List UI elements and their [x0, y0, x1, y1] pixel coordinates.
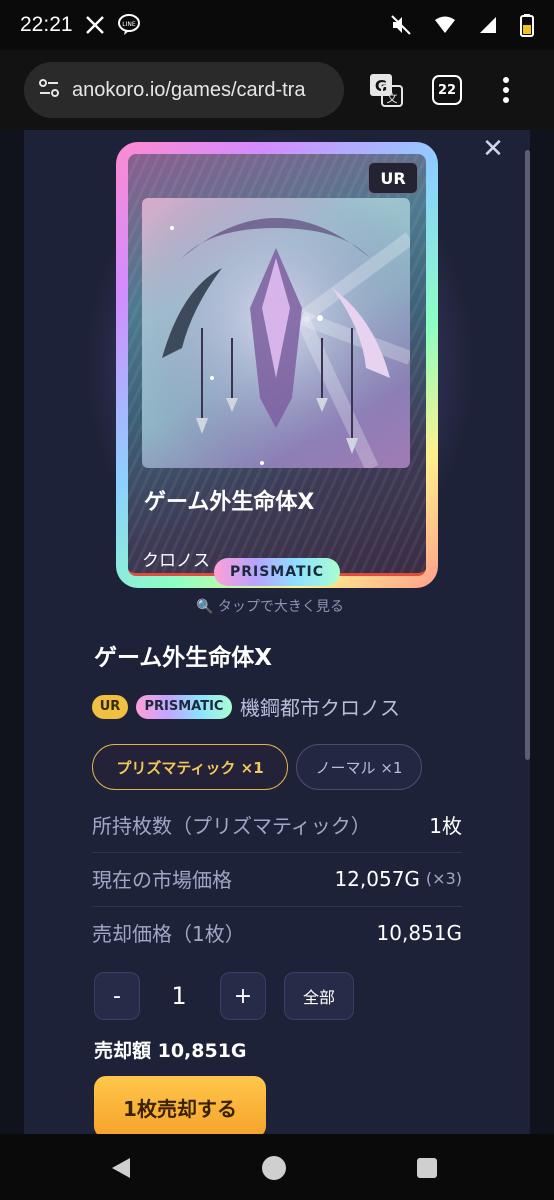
select-all-button[interactable]: 全部	[284, 972, 354, 1020]
market-price-multiplier: (×3)	[425, 869, 462, 888]
home-icon[interactable]	[261, 1155, 287, 1181]
recents-icon[interactable]	[416, 1157, 438, 1179]
finish-badge: PRISMATIC	[136, 694, 232, 719]
divider	[92, 852, 462, 853]
card-finish-tag: PRISMATIC	[214, 558, 340, 586]
address-bar[interactable]: anokoro.io/games/card-tra	[24, 62, 344, 118]
close-icon[interactable]: ✕	[478, 134, 508, 164]
svg-text:LINE: LINE	[122, 21, 136, 28]
sell-price-label: 売却価格（1枚）	[92, 922, 245, 946]
owned-count-label: 所持枚数（プリズマティック）	[92, 814, 371, 838]
sell-price-row: 売却価格（1枚） 10,851G	[92, 918, 462, 947]
card-face: UR ゲーム外生命体X クロノス	[128, 154, 426, 576]
market-price-label: 現在の市場価格	[92, 868, 232, 892]
owned-count-row: 所持枚数（プリズマティック） 1枚	[92, 810, 462, 839]
line-icon: LINE	[117, 14, 141, 36]
svg-text:文: 文	[387, 91, 398, 105]
card-rarity-label: UR	[368, 162, 418, 194]
card-name: ゲーム外生命体X	[144, 490, 315, 515]
signal-icon	[478, 15, 498, 35]
battery-icon	[520, 13, 534, 37]
divider	[92, 906, 462, 907]
site-settings-icon[interactable]	[38, 77, 60, 103]
more-menu-icon[interactable]	[496, 68, 516, 112]
sell-price-value: 10,851G	[376, 920, 462, 945]
modal-scrollbar[interactable]	[525, 150, 530, 760]
owned-count-value: 1枚	[429, 814, 462, 838]
status-bar: 22:21 LINE	[0, 0, 554, 50]
clock: 22:21	[20, 13, 73, 36]
back-icon[interactable]	[110, 1156, 132, 1180]
rarity-badge: UR	[92, 694, 128, 719]
card-place: クロノス	[142, 551, 210, 571]
market-price-value: 12,057G	[334, 866, 420, 891]
wifi-icon	[434, 15, 456, 35]
sell-button[interactable]: 1枚売却する	[94, 1076, 266, 1134]
card-image[interactable]: UR ゲーム外生命体X クロノス	[116, 142, 438, 588]
variant-prismatic-button[interactable]: プリズマティック ×1	[92, 744, 288, 790]
mute-icon	[390, 14, 412, 36]
browser-toolbar: anokoro.io/games/card-tra G文 22	[0, 50, 554, 130]
increment-button[interactable]: +	[220, 972, 266, 1020]
decrement-button[interactable]: -	[94, 972, 140, 1020]
url-text[interactable]: anokoro.io/games/card-tra	[72, 79, 330, 102]
system-nav-bar	[0, 1134, 554, 1200]
variant-normal-button[interactable]: ノーマル ×1	[296, 744, 422, 790]
quantity-value: 1	[171, 982, 187, 1010]
place-label: 機鋼都市クロノス	[240, 696, 400, 720]
tap-to-enlarge-hint[interactable]: 🔍 タップで大きく見る	[196, 596, 344, 616]
card-artwork	[142, 198, 410, 468]
market-price-row: 現在の市場価格 12,057G (×3)	[92, 864, 462, 893]
badge-row: UR PRISMATIC 機鋼都市クロノス	[92, 692, 400, 721]
sell-amount: 売却額 10,851G	[94, 1040, 247, 1062]
tab-switcher-button[interactable]: 22	[432, 75, 462, 105]
card-detail-modal: ✕ UR ゲーム外生命体X クロノス PRISMATIC 🔍 タップで大きく見る…	[24, 130, 530, 1134]
translate-icon[interactable]: G文	[364, 68, 408, 112]
x-icon	[85, 15, 105, 35]
card-title: ゲーム外生命体X	[94, 645, 273, 671]
